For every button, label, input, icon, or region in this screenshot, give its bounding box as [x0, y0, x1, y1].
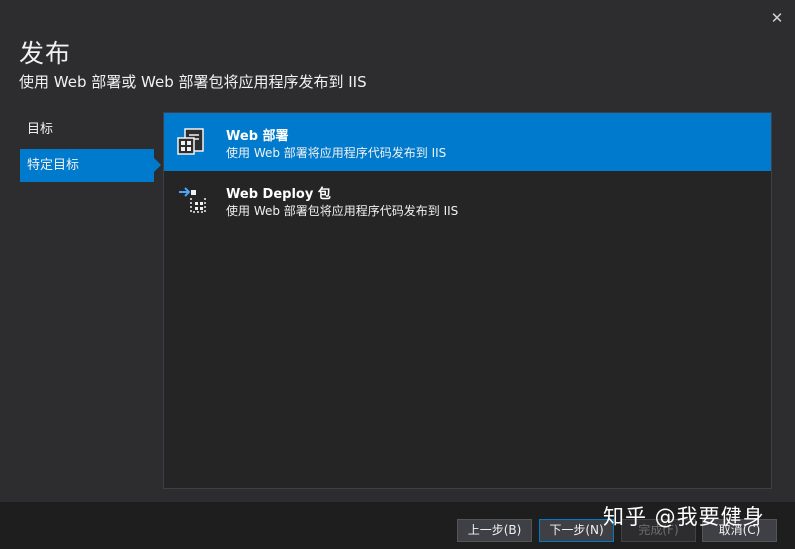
option-description: 使用 Web 部署包将应用程序代码发布到 IIS — [226, 204, 459, 218]
back-button[interactable]: 上一步(B) — [457, 519, 532, 542]
publish-target-list: Web 部署 使用 Web 部署将应用程序代码发布到 IIS Web Deplo… — [163, 112, 772, 489]
nav-item-label: 特定目标 — [27, 158, 80, 173]
web-deploy-package-icon — [179, 187, 206, 213]
option-description: 使用 Web 部署将应用程序代码发布到 IIS — [226, 146, 447, 160]
nav-item-specific-target[interactable]: 特定目标 — [20, 149, 161, 182]
option-web-deploy-package[interactable]: Web Deploy 包 使用 Web 部署包将应用程序代码发布到 IIS — [164, 171, 771, 229]
wizard-nav: 目标 特定目标 — [20, 113, 161, 185]
option-web-deploy[interactable]: Web 部署 使用 Web 部署将应用程序代码发布到 IIS — [164, 113, 771, 171]
nav-item-label: 目标 — [27, 122, 54, 137]
option-name: Web 部署 — [226, 129, 289, 144]
nav-item-target[interactable]: 目标 — [20, 113, 154, 146]
dialog-title: 发布 — [19, 39, 72, 68]
option-name: Web Deploy 包 — [226, 187, 331, 202]
web-deploy-icon — [177, 128, 204, 155]
dialog-subtitle: 使用 Web 部署或 Web 部署包将应用程序发布到 IIS — [19, 73, 367, 91]
watermark: 知乎 @我要健身 — [603, 505, 765, 529]
close-button[interactable]: ✕ — [769, 10, 785, 26]
close-icon: ✕ — [770, 9, 784, 27]
